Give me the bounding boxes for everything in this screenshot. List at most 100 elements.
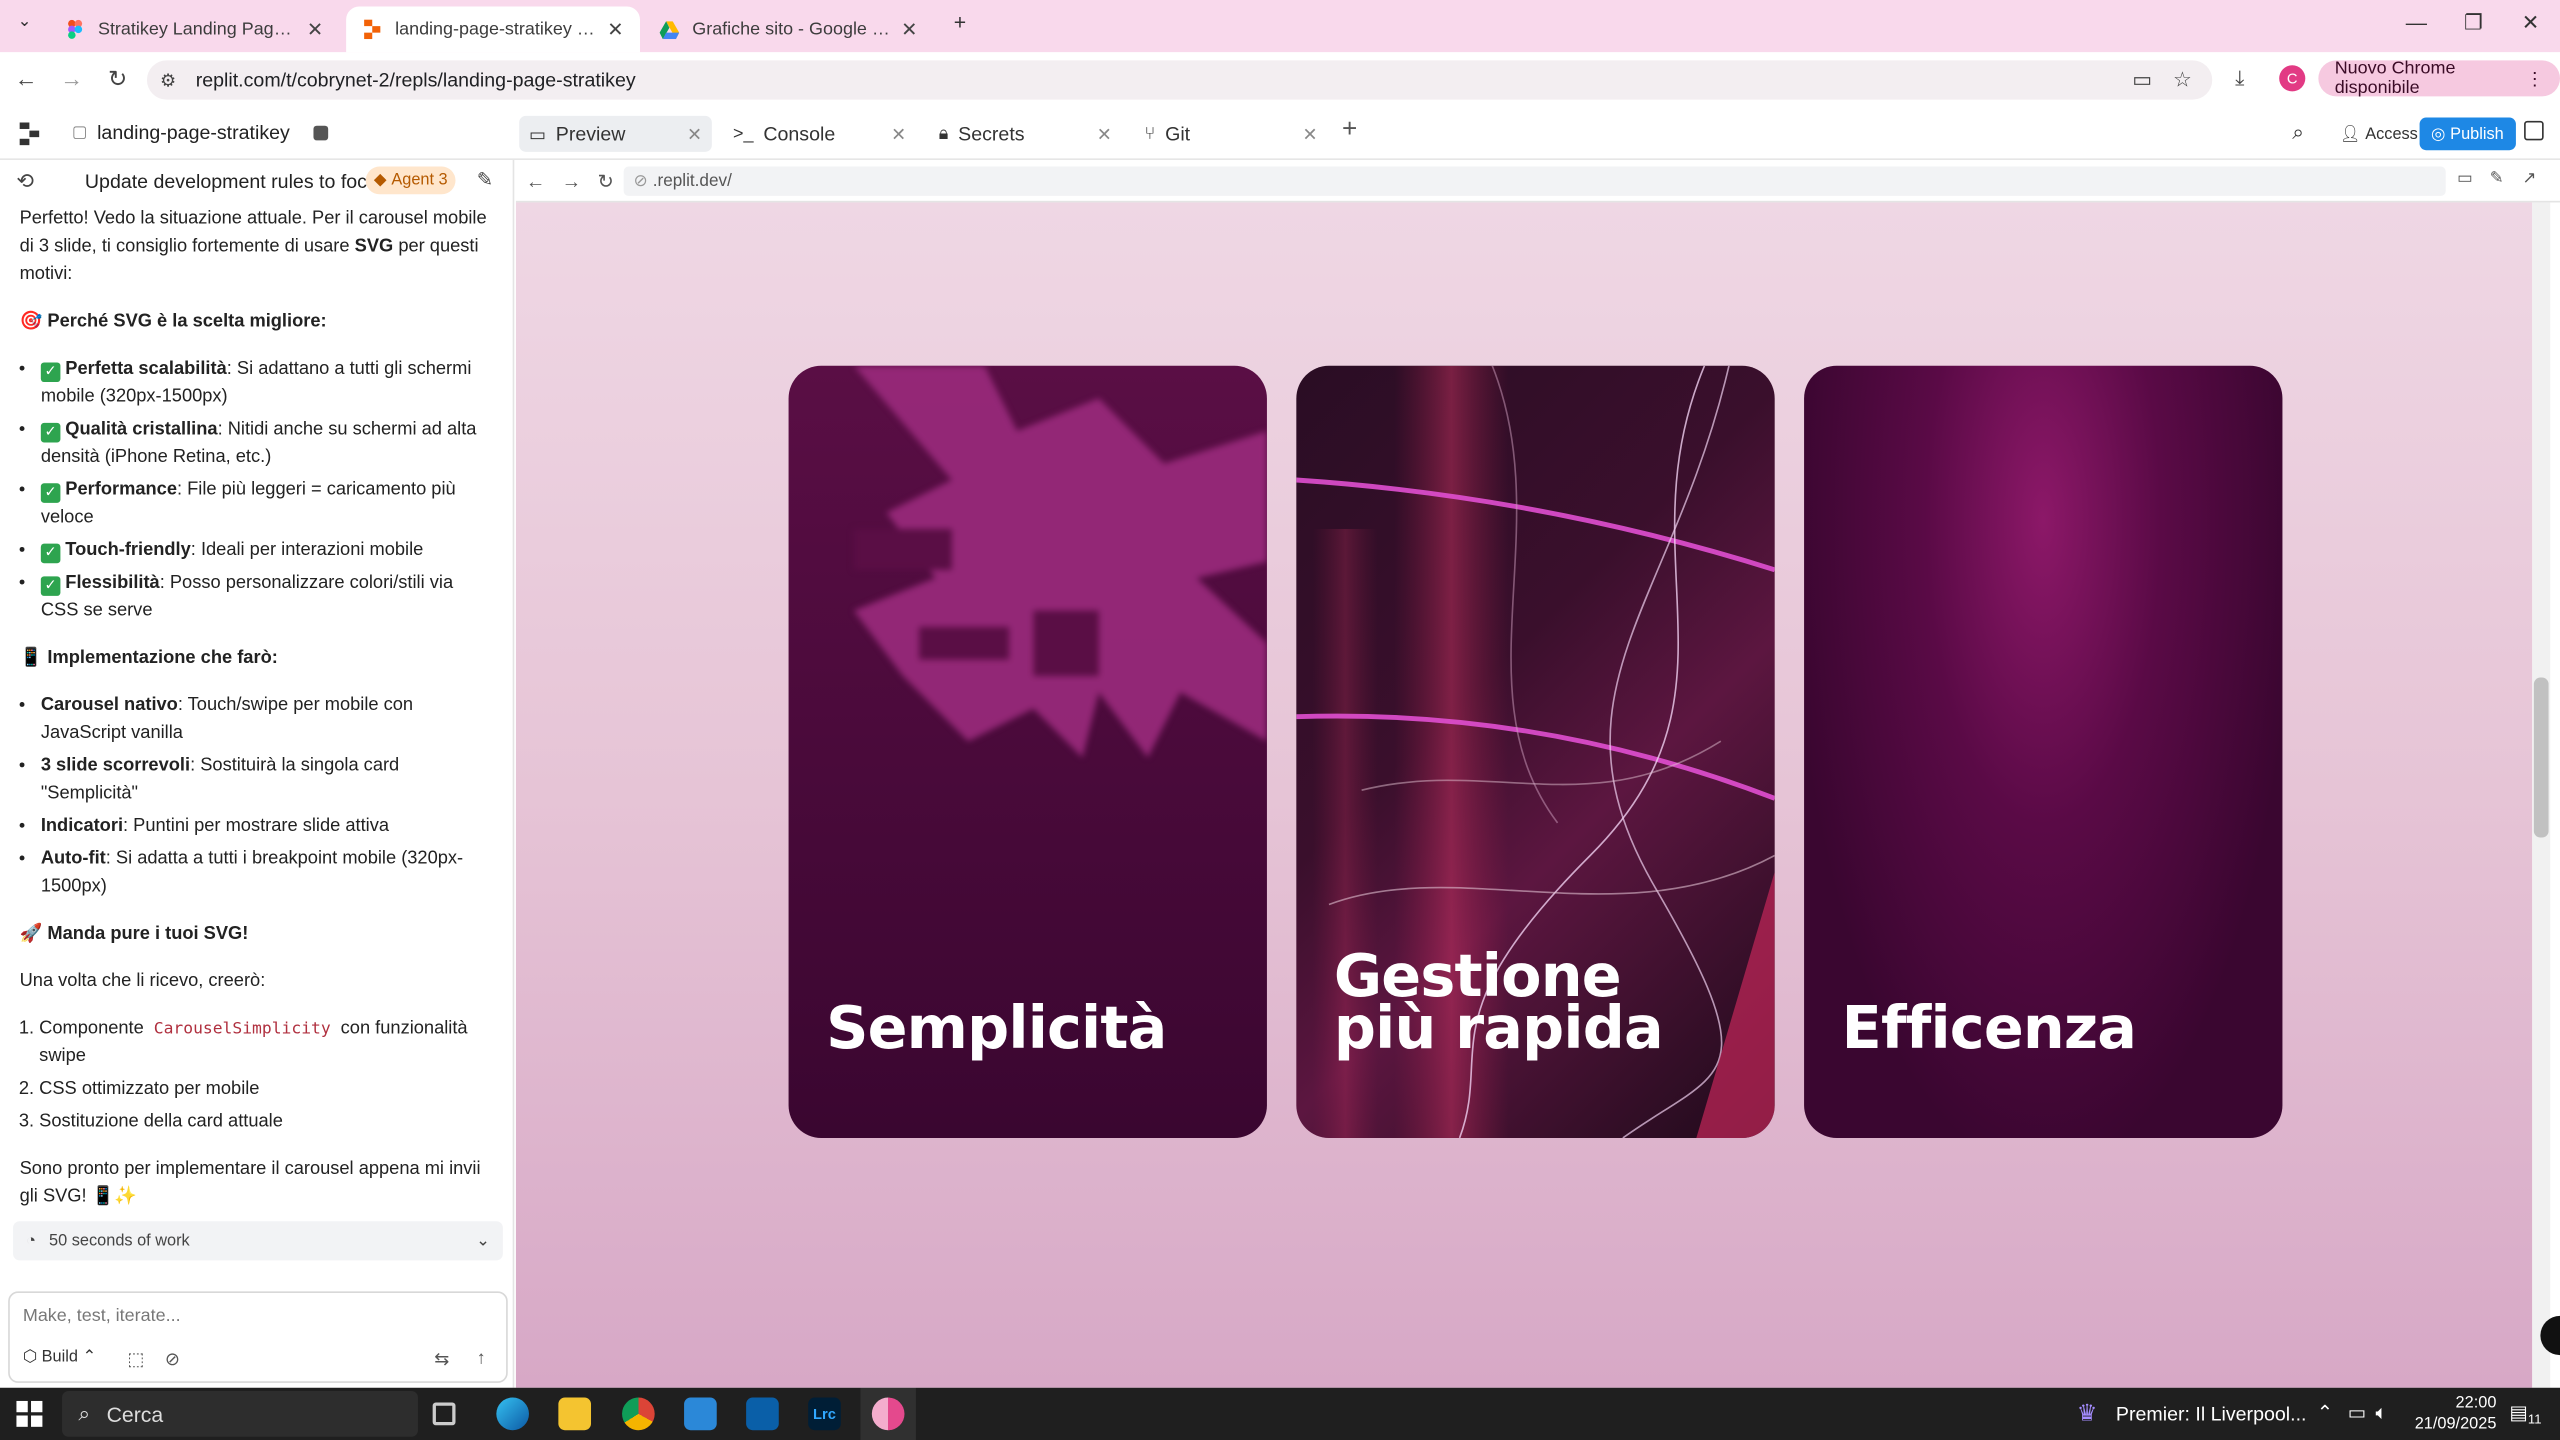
work-summary-label: 50 seconds of work [49, 1231, 190, 1250]
close-icon[interactable]: ✕ [307, 18, 323, 41]
card-title: Gestione più rapida [1333, 943, 1664, 1063]
clock-time: 22:00 [2455, 1394, 2497, 1413]
closing-paragraph: Sono pronto per implementare il carousel… [19, 1159, 481, 1207]
intro-paragraph: Perfetto! Vedo la situazione attuale. Pe… [19, 208, 487, 285]
tab-git[interactable]: ⑂ Git ✕ [1135, 116, 1328, 152]
close-icon[interactable]: ✕ [901, 18, 917, 41]
app-icon[interactable] [746, 1397, 779, 1431]
close-window-icon[interactable]: ✕ [2514, 10, 2547, 36]
notifications-icon[interactable]: ▤11 [2509, 1401, 2541, 1427]
close-icon[interactable]: ✕ [687, 123, 702, 145]
chrome-icon[interactable] [622, 1397, 655, 1431]
preview-url-field[interactable]: ⊘ .replit.dev/ [623, 166, 2446, 196]
address-bar[interactable]: ⚙ replit.com/t/cobrynet-2/repls/landing-… [146, 60, 2213, 100]
new-tab-icon[interactable]: + [944, 10, 977, 34]
publish-button[interactable]: ◎ Publish [2419, 117, 2516, 151]
system-clock[interactable]: 22:00 21/09/2025 [2415, 1393, 2497, 1435]
send-heading: 🚀 Manda pure i tuoi SVG! [19, 924, 249, 944]
figma-icon [65, 19, 85, 40]
chrome-update-button[interactable]: Nuovo Chrome disponibile ⋮ [2318, 59, 2560, 98]
preview-forward-icon[interactable]: → [562, 170, 582, 193]
store-icon[interactable] [684, 1397, 717, 1431]
select-element-icon[interactable]: ⬚ [127, 1349, 144, 1370]
browser-toolbar: ← → ↻ ⚙ replit.com/t/cobrynet-2/repls/la… [0, 52, 2560, 108]
network-icon[interactable]: ▭ [2348, 1401, 2367, 1424]
file-explorer-icon[interactable] [558, 1397, 592, 1431]
reload-icon[interactable]: ↻ [101, 65, 134, 93]
send-arrow-icon[interactable]: ↑ [477, 1349, 486, 1369]
tab-label: Console [763, 122, 836, 146]
history-icon[interactable]: ⟲ [16, 168, 34, 194]
project-name: landing-page-stratikey [97, 120, 290, 144]
tab-preview[interactable]: ▭ Preview ✕ [519, 115, 712, 152]
download-icon[interactable]: ⤓ [2235, 65, 2244, 91]
install-app-icon[interactable]: ▭ [2132, 67, 2152, 93]
thread-title[interactable]: Update development rules to foc... [85, 170, 383, 193]
agent-badge[interactable]: ◆ Agent 3 [365, 166, 456, 195]
tab-secrets[interactable]: 🔒︎ Secrets ✕ [929, 116, 1122, 152]
access-button[interactable]: 👤︎ Access [2330, 118, 2428, 151]
tab-console[interactable]: >_ Console ✕ [723, 116, 916, 152]
windows-start-icon[interactable] [16, 1400, 43, 1427]
news-icon[interactable]: ♛ [2077, 1399, 2098, 1427]
preview-back-icon[interactable]: ← [526, 170, 546, 193]
restore-icon[interactable]: ❐ [2457, 10, 2490, 36]
new-chat-icon[interactable]: ✎ [477, 168, 493, 191]
scrollbar-thumb[interactable] [2533, 677, 2549, 838]
attach-icon[interactable]: ⊘ [165, 1349, 180, 1370]
close-icon[interactable]: ✕ [891, 123, 906, 145]
news-widget-label[interactable]: Premier: Il Liverpool... [2116, 1402, 2307, 1425]
task-view-icon[interactable] [432, 1402, 456, 1426]
devtools-icon[interactable]: ✎ [2490, 170, 2504, 188]
build-mode-button[interactable]: ⬡ Build ⌃ [23, 1349, 96, 1367]
bookmark-star-icon[interactable]: ☆ [2173, 67, 2192, 93]
minimize-icon[interactable]: — [2400, 10, 2433, 34]
browser-tab-figma[interactable]: Stratikey Landing Page – Figma ✕ [49, 7, 340, 53]
preview-reload-icon[interactable]: ↻ [598, 170, 614, 193]
browser-tab-drive[interactable]: Grafiche sito - Google Drive ✕ [643, 7, 934, 53]
tab-search-icon[interactable]: ⌄ [10, 13, 39, 39]
add-tab-icon[interactable]: + [1342, 116, 1357, 145]
back-icon[interactable]: ← [10, 65, 43, 91]
tab-label: Grafiche sito - Google Drive [692, 19, 891, 40]
check-icon: ✓ [40, 575, 61, 596]
avatar[interactable]: C [2279, 65, 2306, 92]
more-menu-icon[interactable]: ⋮ [2526, 68, 2544, 89]
open-external-icon[interactable]: ↗ [2522, 170, 2536, 188]
chat-input[interactable]: Make, test, iterate... ⬡ Build ⌃ ⬚ ⊘ ⇆ ↑ [8, 1291, 508, 1383]
lightroom-icon[interactable]: Lrc [808, 1397, 841, 1431]
site-settings-icon[interactable]: ⚙ [160, 69, 176, 91]
settings-sliders-icon[interactable]: ⇆ [434, 1349, 449, 1370]
chevron-down-icon: ⌄ [476, 1231, 490, 1250]
replit-header: ▢ landing-page-stratikey ▭ Preview ✕ >_ … [0, 107, 2560, 160]
project-icon: ▢ [71, 123, 88, 142]
close-icon[interactable]: ✕ [1302, 123, 1317, 145]
once-paragraph: Una volta che li ricevo, creerò: [19, 971, 266, 992]
project-selector[interactable]: ▢ landing-page-stratikey [72, 121, 328, 144]
volume-icon[interactable]: 🔈︎ [2376, 1401, 2388, 1425]
browser-tab-replit[interactable]: landing-page-stratikey - Replit ✕ [346, 6, 640, 53]
stop-icon[interactable] [312, 124, 328, 140]
card-gestione[interactable]: Gestione più rapida [1296, 365, 1775, 1138]
google-drive-icon [659, 20, 680, 40]
tray-overflow-icon[interactable]: ⌃ [2317, 1401, 2333, 1424]
list-item: Componente CarouselSimplicity con funzio… [39, 1016, 493, 1072]
close-icon[interactable]: ✕ [1097, 123, 1112, 145]
close-icon[interactable]: ✕ [607, 18, 623, 41]
search-icon[interactable]: ⌕ [2292, 119, 2304, 145]
check-icon: ✓ [40, 361, 61, 382]
card-efficenza[interactable]: Efficenza [1804, 365, 2283, 1138]
list-item: Carousel nativo: Touch/swipe per mobile … [41, 692, 493, 748]
list-item: ✓Performance: File più leggeri = caricam… [40, 477, 493, 533]
card-semplicita[interactable]: Semplicità [788, 365, 1267, 1138]
cube-icon: ⬡ [22, 1348, 42, 1367]
edge-icon[interactable] [496, 1397, 529, 1431]
taskbar-search[interactable]: ⌕ Cerca [62, 1391, 418, 1437]
forward-icon[interactable]: → [56, 65, 89, 91]
devices-icon[interactable]: ▭ [2457, 170, 2472, 188]
user-add-icon: 👤︎ [2339, 124, 2361, 143]
work-summary[interactable]: ◔ 50 seconds of work ⌄ [13, 1221, 503, 1261]
layout-toggle-icon[interactable] [2524, 120, 2544, 141]
clock-date: 21/09/2025 [2414, 1415, 2497, 1434]
replit-logo-icon[interactable] [19, 122, 43, 150]
